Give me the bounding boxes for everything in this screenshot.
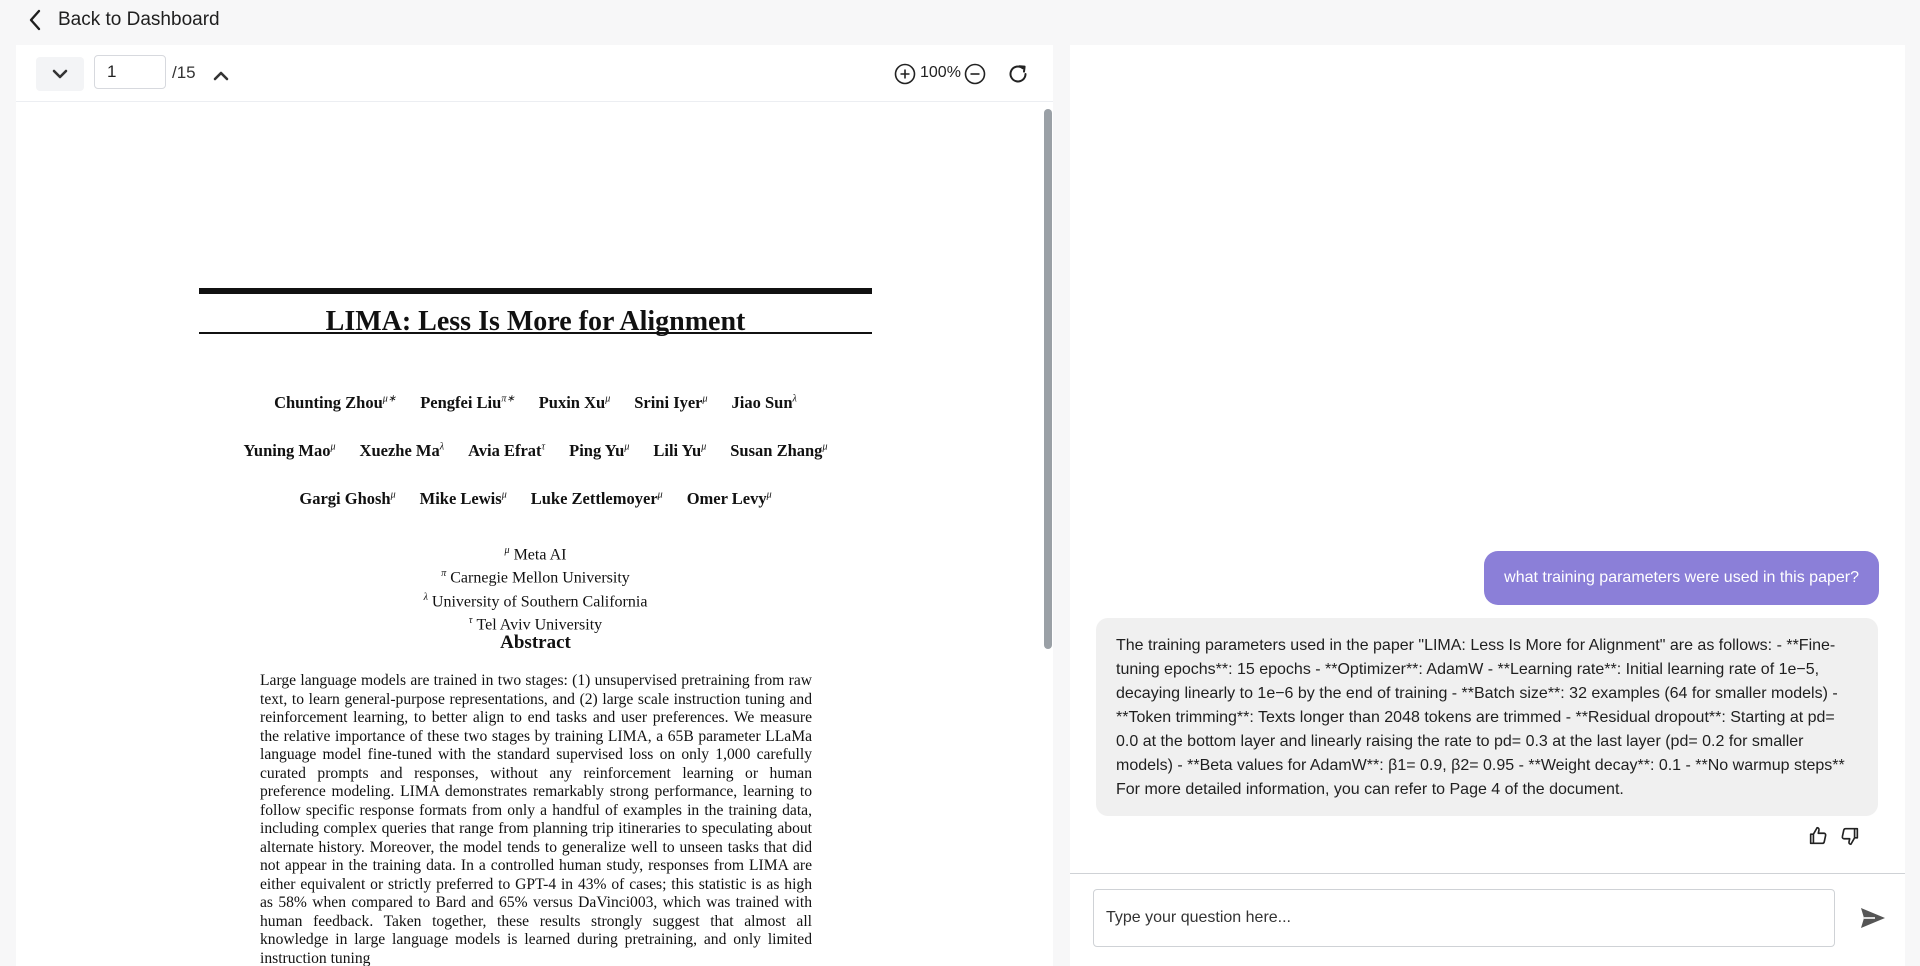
affiliation: τ Tel Aviv University	[468, 614, 603, 634]
pdf-scrollbar[interactable]	[1044, 109, 1052, 649]
author: Ping Yuμ	[569, 441, 630, 460]
title-rule-bottom	[199, 332, 872, 334]
minus-circle-icon	[964, 63, 986, 85]
author-row: Yuning Maoμ Xuezhe Maλ Avia Efratτ Ping …	[199, 427, 872, 475]
dislike-button[interactable]	[1839, 825, 1861, 847]
feedback-controls	[1807, 825, 1861, 847]
author: Susan Zhangμ	[730, 441, 828, 460]
author: Srini Iyerμ	[634, 393, 708, 412]
rotate-icon	[1009, 65, 1027, 83]
author: Yuning Maoμ	[243, 441, 336, 460]
send-button[interactable]	[1856, 903, 1890, 933]
author-list: Chunting Zhouμ∗ Pengfei Liuπ∗ Puxin Xuμ …	[199, 379, 872, 523]
zoom-out-button[interactable]	[962, 61, 988, 87]
top-bar: Back to Dashboard	[0, 0, 1060, 40]
chat-panel: what training parameters were used in th…	[1070, 45, 1905, 966]
author: Chunting Zhouμ∗	[274, 393, 397, 412]
author: Gargi Ghoshμ	[299, 489, 396, 508]
affiliation: μ Meta AI	[504, 545, 567, 564]
pdf-toolbar: /15 100%	[16, 45, 1053, 102]
affiliation: π Carnegie Mellon University	[441, 568, 630, 587]
author-row: Gargi Ghoshμ Mike Lewisμ Luke Zettlemoye…	[199, 475, 872, 523]
send-icon	[1861, 908, 1885, 928]
thumbs-up-icon	[1809, 826, 1827, 845]
author: Avia Efratτ	[468, 441, 546, 460]
like-button[interactable]	[1807, 825, 1829, 847]
affiliation: λ University of Southern California	[423, 591, 648, 610]
author: Luke Zettlemoyerμ	[530, 489, 663, 508]
author: Xuezhe Maλ	[359, 441, 445, 460]
abstract-heading: Abstract	[500, 632, 571, 653]
author: Jiao Sunλ	[731, 393, 797, 412]
chat-divider	[1070, 873, 1905, 874]
user-message: what training parameters were used in th…	[1484, 551, 1879, 605]
question-input[interactable]	[1093, 889, 1835, 947]
pdf-page: arXiv:2305.11206v1 [cs.CL] 18 May 2023 L…	[16, 107, 1046, 966]
pdf-viewer: /15 100% arXiv:2305.11206v1 [cs.CL] 18 M…	[16, 45, 1053, 966]
thumbs-down-icon	[1841, 827, 1859, 846]
previous-page-button[interactable]	[204, 61, 238, 91]
back-label: Back to Dashboard	[58, 9, 220, 30]
chevron-left-icon	[29, 9, 41, 31]
chevron-down-icon	[52, 69, 68, 79]
author: Pengfei Liuπ∗	[420, 393, 515, 412]
abstract-text: Large language models are trained in two…	[260, 672, 812, 966]
assistant-message: The training parameters used in the pape…	[1096, 618, 1878, 816]
zoom-level: 100%	[920, 64, 961, 81]
page-number-input[interactable]	[94, 55, 166, 89]
author: Puxin Xuμ	[538, 393, 611, 412]
author-row: Chunting Zhouμ∗ Pengfei Liuπ∗ Puxin Xuμ …	[199, 379, 872, 427]
back-to-dashboard-link[interactable]: Back to Dashboard	[28, 9, 220, 31]
author: Omer Levyμ	[686, 489, 772, 508]
next-page-button[interactable]	[36, 57, 84, 91]
rotate-button[interactable]	[1004, 60, 1032, 88]
zoom-in-button[interactable]	[892, 61, 918, 87]
page-total: /15	[172, 63, 196, 82]
chevron-up-icon	[213, 71, 229, 81]
plus-circle-icon	[894, 63, 916, 85]
author: Lili Yuμ	[653, 441, 707, 460]
author: Mike Lewisμ	[419, 489, 507, 508]
title-rule-top	[199, 288, 872, 294]
affiliation-list: μ Meta AI π Carnegie Mellon University λ…	[199, 541, 872, 634]
